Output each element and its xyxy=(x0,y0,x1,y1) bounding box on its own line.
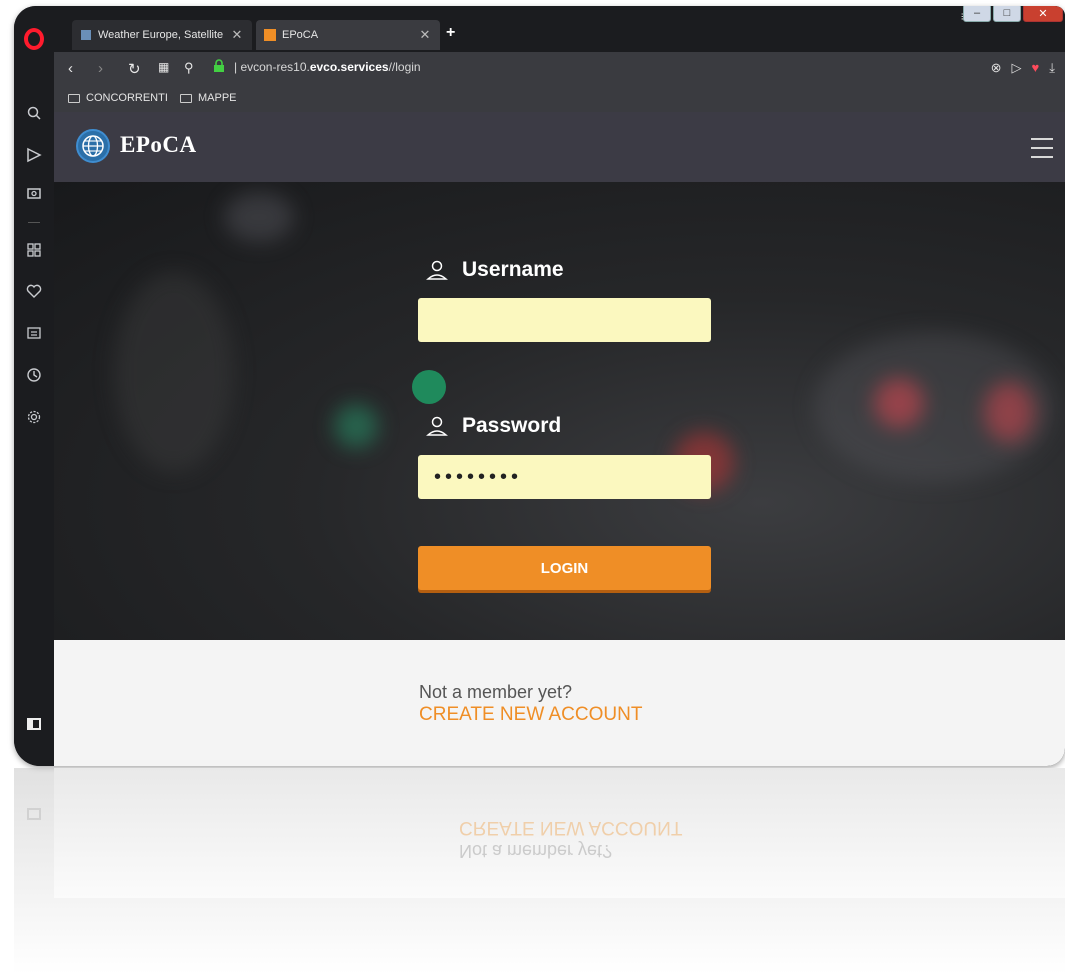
address-bar: ‹ › ↻ ▦ ⚲ | evcon-res10.evco.services//l… xyxy=(54,52,1065,86)
tab-title: EPoCA xyxy=(282,29,319,41)
bokeh-light xyxy=(334,404,378,448)
news-icon[interactable] xyxy=(23,322,45,344)
password-label-text: Password xyxy=(462,414,562,437)
create-account-link[interactable]: CREATE NEW ACCOUNT xyxy=(419,704,642,726)
sidebar-toggle-icon[interactable] xyxy=(27,718,41,730)
username-label: Username xyxy=(426,258,564,282)
satellite-icon xyxy=(81,30,91,40)
minimize-icon[interactable]: – xyxy=(963,6,991,22)
settings-icon[interactable] xyxy=(23,406,45,428)
send-icon[interactable]: ▷ xyxy=(1012,60,1022,76)
window-close-icon[interactable]: ✕ xyxy=(1023,6,1063,22)
camera-icon[interactable] xyxy=(23,182,45,204)
forward-icon[interactable]: › xyxy=(98,60,103,77)
reflection-link: CREATE NEW ACCOUNT xyxy=(459,817,683,838)
close-icon[interactable]: ✕ xyxy=(230,27,244,43)
globe-logo-icon[interactable] xyxy=(76,129,110,163)
bookmark-mappe[interactable]: MAPPE xyxy=(180,92,237,104)
web-page: EPoCA Username Password LOGIN N xyxy=(54,112,1065,766)
reflection-page: CREATE NEW ACCOUNT Not a member yet? xyxy=(54,768,1065,898)
bookmark-label: CONCORRENTI xyxy=(86,92,168,104)
tab-strip: Weather Europe, Satellite ✕ EPoCA ✕ + ≡ … xyxy=(54,6,1065,52)
window-controls: – □ ✕ xyxy=(963,6,1063,22)
brand-name[interactable]: EPoCA xyxy=(120,132,197,158)
bookmarks-bar: CONCORRENTI MAPPE xyxy=(54,86,1065,112)
epoca-favicon-icon xyxy=(264,29,276,41)
user-icon xyxy=(426,260,448,280)
browser-window: Weather Europe, Satellite ✕ EPoCA ✕ + ≡ … xyxy=(14,6,1065,766)
username-input[interactable] xyxy=(418,298,711,342)
speed-dial-icon[interactable] xyxy=(23,239,45,261)
bookmark-label: MAPPE xyxy=(198,92,237,104)
bookmark-concorrenti[interactable]: CONCORRENTI xyxy=(68,92,168,104)
login-button[interactable]: LOGIN xyxy=(418,546,711,590)
folder-icon xyxy=(180,93,192,103)
reload-icon[interactable]: ↻ xyxy=(128,60,141,78)
browser-sidebar xyxy=(14,6,54,766)
login-hero: Username Password LOGIN xyxy=(54,182,1065,640)
bokeh-light xyxy=(224,192,294,242)
heart-icon[interactable] xyxy=(23,280,45,302)
new-tab-icon[interactable]: + xyxy=(446,24,455,42)
search-icon[interactable]: ⚲ xyxy=(184,60,194,76)
tab-weather[interactable]: Weather Europe, Satellite ✕ xyxy=(72,20,252,50)
site-navbar: EPoCA xyxy=(54,112,1065,182)
signup-prompt: Not a member yet? xyxy=(419,682,573,702)
bokeh-light xyxy=(814,332,1054,482)
reflection-prompt: Not a member yet? xyxy=(459,841,613,861)
folder-icon xyxy=(68,93,80,103)
sidebar-toggle-reflection-icon xyxy=(27,808,41,820)
lock-icon xyxy=(214,59,224,72)
username-label-text: Username xyxy=(462,258,564,281)
opera-logo-icon[interactable] xyxy=(24,28,44,50)
url-prefix: evcon-res10. xyxy=(240,60,310,74)
sidebar-separator xyxy=(28,222,40,223)
search-icon[interactable] xyxy=(23,102,45,124)
close-icon[interactable]: ✕ xyxy=(418,27,432,43)
tab-title: Weather Europe, Satellite xyxy=(98,29,224,41)
bokeh-light xyxy=(114,272,234,472)
address-actions: ⊗ ▷ ♥ ⤓ xyxy=(991,60,1055,76)
back-icon[interactable]: ‹ xyxy=(68,60,73,77)
send-icon[interactable] xyxy=(23,144,45,166)
heart-icon[interactable]: ♥ xyxy=(1032,60,1040,76)
password-label: Password xyxy=(426,414,561,438)
hamburger-menu-icon[interactable] xyxy=(1031,138,1053,165)
speed-dial-icon[interactable]: ▦ xyxy=(158,60,169,74)
url-domain: evco.services xyxy=(309,60,389,74)
tab-epoca[interactable]: EPoCA ✕ xyxy=(256,20,440,50)
url-field[interactable]: | evcon-res10.evco.services//login xyxy=(234,60,421,74)
url-path: //login xyxy=(388,60,421,74)
adblock-icon[interactable]: ⊗ xyxy=(991,60,1002,76)
user-icon xyxy=(426,416,448,436)
bokeh-light xyxy=(412,370,446,404)
download-icon[interactable]: ⤓ xyxy=(1049,60,1055,76)
password-input[interactable] xyxy=(418,455,711,499)
maximize-icon[interactable]: □ xyxy=(993,6,1021,22)
history-icon[interactable] xyxy=(23,364,45,386)
window-reflection: CREATE NEW ACCOUNT Not a member yet? xyxy=(14,768,1065,974)
